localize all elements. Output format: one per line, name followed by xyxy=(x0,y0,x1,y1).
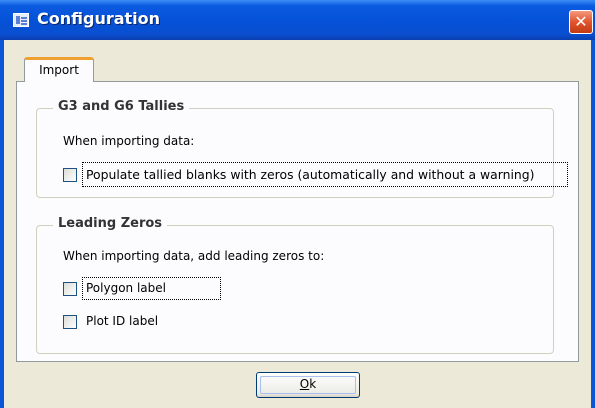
form-icon xyxy=(13,13,29,27)
close-icon: ✕ xyxy=(574,12,588,31)
plot-id-label-text[interactable]: Plot ID label xyxy=(86,314,158,328)
title-bar[interactable]: Configuration ✕ xyxy=(0,0,595,40)
window-frame-right xyxy=(591,40,595,408)
g3-instruction-text: When importing data: xyxy=(63,134,195,148)
leading-zeros-title: Leading Zeros xyxy=(53,216,168,231)
window-frame-left xyxy=(0,40,4,408)
tab-import[interactable]: Import xyxy=(24,57,94,82)
populate-zeros-checkbox[interactable] xyxy=(63,168,77,182)
populate-zeros-label[interactable]: Populate tallied blanks with zeros (auto… xyxy=(86,167,534,182)
ok-button-focus-border xyxy=(260,376,356,394)
plot-id-label-checkbox[interactable] xyxy=(63,315,77,329)
polygon-label-text[interactable]: Polygon label xyxy=(86,281,166,295)
g3-g6-tallies-title: G3 and G6 Tallies xyxy=(53,99,190,114)
polygon-label-checkbox[interactable] xyxy=(63,282,77,296)
configuration-dialog: Configuration ✕ Import G3 and G6 Tallies… xyxy=(0,0,595,408)
close-button[interactable]: ✕ xyxy=(569,10,593,34)
ok-button[interactable]: Ok xyxy=(256,372,360,398)
leading-instruction-text: When importing data, add leading zeros t… xyxy=(63,249,325,263)
tab-import-label: Import xyxy=(39,63,79,77)
window-title: Configuration xyxy=(37,9,161,28)
